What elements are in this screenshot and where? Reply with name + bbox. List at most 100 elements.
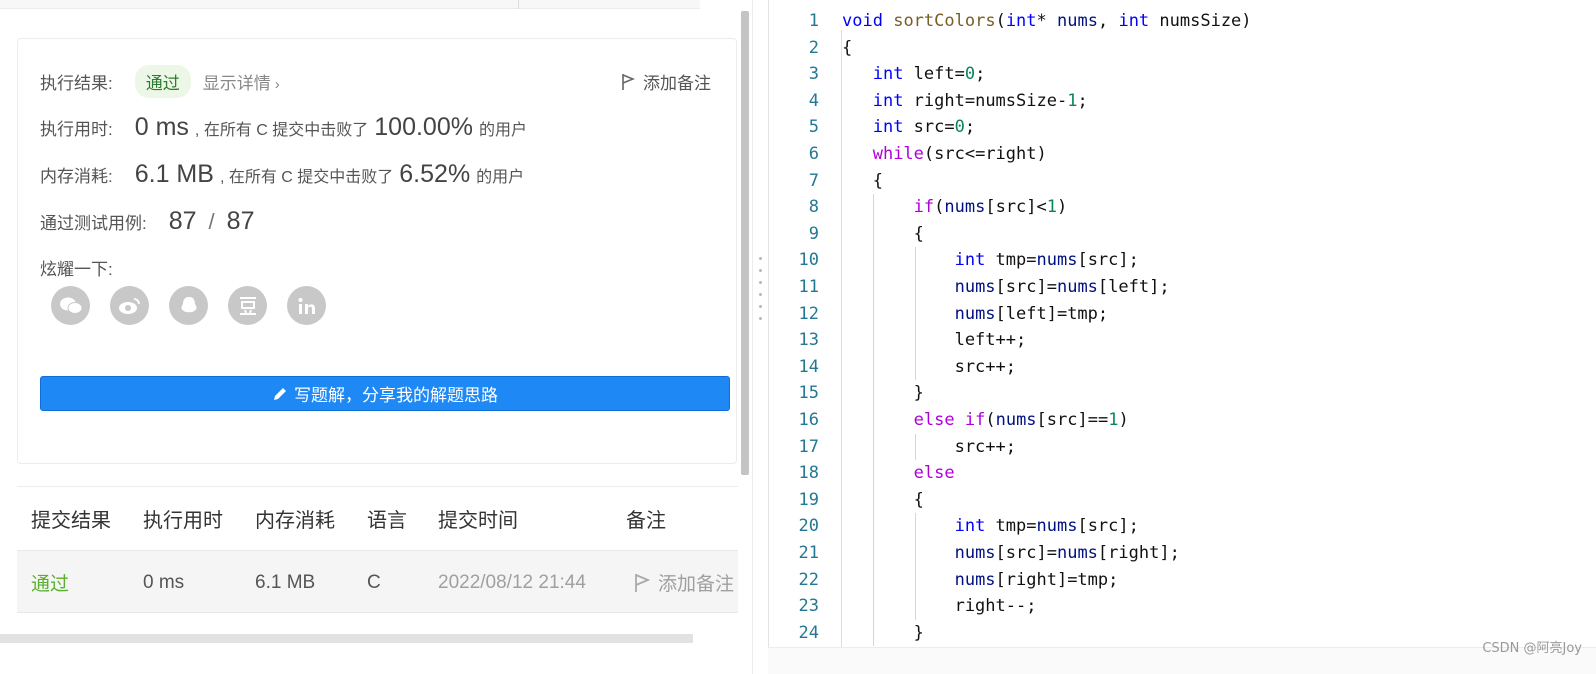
pane-splitter[interactable]: [752, 0, 767, 674]
row-add-note[interactable]: 添加备注: [634, 551, 734, 614]
row-memory: 6.1 MB: [255, 571, 316, 593]
row-submit-time: 2022/08/12 21:44: [438, 571, 586, 593]
line-number: 24: [798, 622, 819, 643]
code-line[interactable]: 16 else if(nums[src]==1): [769, 407, 1596, 434]
code-text: src++;: [842, 436, 1016, 457]
line-number: 3: [808, 64, 819, 85]
row-result[interactable]: 通过: [31, 551, 69, 614]
exec-time-row: 执行用时: 0 ms , 在所有 C 提交中击败了 100.00% 的用户: [40, 113, 527, 142]
code-line[interactable]: 2{: [769, 35, 1596, 62]
memory-label: 内存消耗:: [40, 167, 113, 186]
memory-row: 内存消耗: 6.1 MB , 在所有 C 提交中击败了 6.52% 的用户: [40, 160, 524, 189]
result-scrollbar[interactable]: [741, 11, 749, 475]
code-text: {: [842, 489, 924, 510]
code-text: {: [842, 223, 924, 244]
memory-tail: 的用户: [476, 168, 525, 186]
line-number: 14: [798, 356, 819, 377]
line-number: 22: [798, 569, 819, 590]
code-text: int tmp=nums[src];: [954, 250, 1139, 271]
table-header: 提交结果 执行用时 内存消耗 语言 提交时间 备注: [17, 487, 738, 550]
show-details-link[interactable]: 显示详情 ›: [203, 69, 280, 94]
code-text: nums[src]=nums[right];: [954, 543, 1180, 563]
result-card: 执行结果: 通过 显示详情 › 添加备注 执行用时: 0 ms , 在所有 C 提…: [17, 38, 737, 464]
tests-label: 通过测试用例:: [40, 214, 147, 233]
code-text: int left=0;: [872, 64, 986, 85]
exec-time-percent: 100.00%: [374, 113, 473, 141]
memory-value: 6.1 MB: [134, 160, 214, 188]
code-line[interactable]: 20 int tmp=nums[src];: [769, 513, 1596, 540]
share-icons: [51, 286, 346, 325]
share-row: 炫耀一下:: [40, 255, 113, 280]
code-line[interactable]: 5 int src=0;: [769, 114, 1596, 141]
code-editor[interactable]: 1 void sortColors(int* nums, int numsSize…: [768, 0, 1596, 647]
header-time: 执行用时: [143, 510, 223, 532]
code-line[interactable]: 13 left++;: [769, 327, 1596, 354]
code-text: src++;: [842, 356, 1016, 377]
tests-row: 通过测试用例: 87 / 87: [40, 207, 260, 236]
row-time: 0 ms: [143, 571, 185, 593]
code-text: int right=numsSize-1;: [872, 90, 1088, 111]
code-text: while(src<=right): [872, 144, 1047, 164]
exec-result-label: 执行结果:: [40, 74, 113, 93]
code-text: else: [913, 463, 955, 484]
line-number: 17: [798, 436, 819, 457]
write-solution-button[interactable]: 写题解，分享我的解题思路: [40, 376, 730, 411]
code-line[interactable]: 4 int right=numsSize-1;: [769, 88, 1596, 115]
code-text: left++;: [842, 330, 1027, 351]
code-line[interactable]: 10 int tmp=nums[src];: [769, 247, 1596, 274]
code-line[interactable]: 24 }: [769, 619, 1596, 647]
code-line[interactable]: 7 {: [769, 168, 1596, 195]
code-line[interactable]: 15 }: [769, 380, 1596, 407]
line-number: 9: [808, 223, 819, 244]
douban-icon[interactable]: [228, 286, 267, 325]
code-text: nums[left]=tmp;: [954, 303, 1109, 324]
line-number: 11: [798, 277, 819, 297]
line-number: 2: [808, 37, 819, 58]
flag-icon: [635, 573, 650, 592]
code-text: int src=0;: [872, 117, 976, 138]
share-label: 炫耀一下:: [40, 260, 113, 279]
flag-icon: [622, 73, 635, 90]
code-text: nums[right]=tmp;: [954, 569, 1119, 590]
qq-icon[interactable]: [169, 286, 208, 325]
code-text: void sortColors(int* nums, int numsSize): [842, 11, 1252, 31]
code-line[interactable]: 22 nums[right]=tmp;: [769, 566, 1596, 594]
exec-time-value: 0 ms: [134, 113, 189, 141]
code-line[interactable]: 19 {: [769, 486, 1596, 514]
header-memory: 内存消耗: [255, 510, 335, 532]
code-text: if(nums[src]<1): [913, 197, 1068, 218]
linkedin-icon[interactable]: [287, 286, 326, 325]
code-line[interactable]: 8 if(nums[src]<1): [769, 194, 1596, 221]
code-text: }: [842, 383, 924, 404]
line-number: 5: [808, 117, 819, 138]
code-line[interactable]: 3 int left=0;: [769, 61, 1596, 88]
weibo-icon[interactable]: [110, 286, 149, 325]
code-text: {: [842, 170, 883, 191]
exec-time-label: 执行用时:: [40, 120, 113, 139]
wechat-icon[interactable]: [51, 286, 90, 325]
code-line[interactable]: 17 src++;: [769, 433, 1596, 461]
add-note-button[interactable]: 添加备注: [621, 69, 711, 94]
code-line[interactable]: 6 while(src<=right): [769, 141, 1596, 168]
tests-passed: 87: [168, 207, 197, 235]
code-line[interactable]: 1 void sortColors(int* nums, int numsSize…: [769, 8, 1596, 35]
code-text: int tmp=nums[src];: [954, 516, 1139, 537]
code-line[interactable]: 12 nums[left]=tmp;: [769, 300, 1596, 328]
result-pane: 执行结果: 通过 显示详情 › 添加备注 执行用时: 0 ms , 在所有 C 提…: [0, 0, 760, 674]
header-result: 提交结果: [31, 510, 111, 532]
status-badge: 通过: [134, 65, 191, 98]
code-line[interactable]: 11 nums[src]=nums[left];: [769, 274, 1596, 301]
code-text: nums[src]=nums[left];: [954, 277, 1170, 297]
header-note: 备注: [626, 510, 666, 532]
code-line[interactable]: 14 src++;: [769, 353, 1596, 381]
line-number: 18: [798, 463, 819, 484]
header-submit-time: 提交时间: [438, 510, 518, 532]
code-line[interactable]: 23 right--;: [769, 593, 1596, 620]
header-language: 语言: [367, 510, 407, 532]
code-line[interactable]: 21 nums[src]=nums[right];: [769, 540, 1596, 567]
table-row[interactable]: 通过 0 ms 6.1 MB C 2022/08/12 21:44 添加备注: [17, 550, 738, 613]
code-line[interactable]: 9 {: [769, 220, 1596, 248]
code-text: {: [842, 37, 853, 58]
code-line[interactable]: 18 else: [769, 460, 1596, 487]
table-horizontal-scrollbar[interactable]: [0, 634, 693, 643]
